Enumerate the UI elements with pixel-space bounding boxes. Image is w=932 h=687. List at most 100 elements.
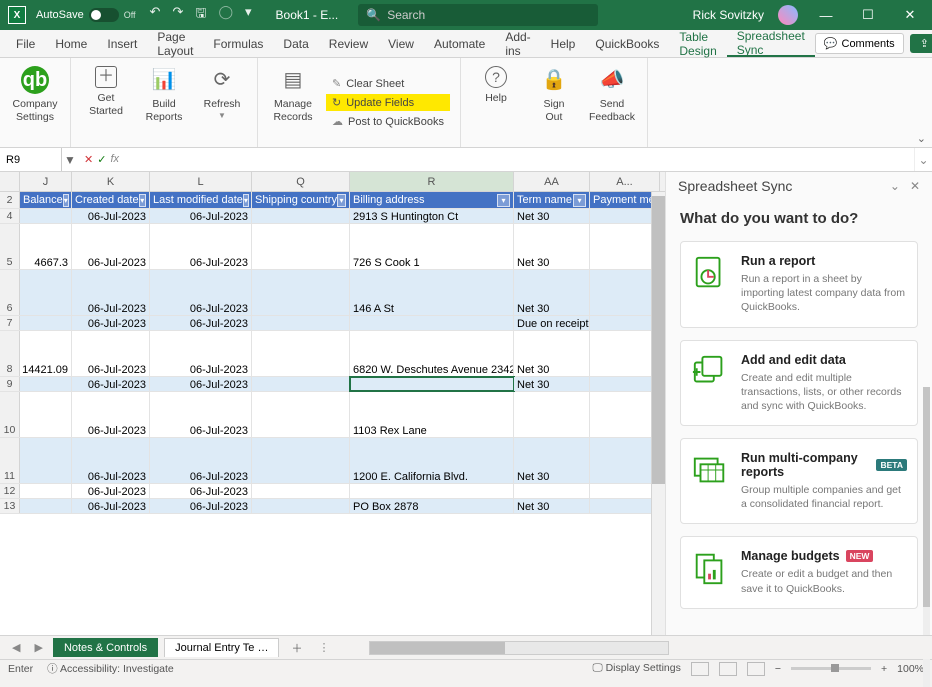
cell[interactable] [590, 499, 660, 513]
document-title[interactable]: Book1 - E... [276, 8, 339, 22]
view-normal-icon[interactable] [691, 662, 709, 676]
cell[interactable] [20, 499, 72, 513]
row-header[interactable]: 6 [0, 270, 20, 315]
tab-formulas[interactable]: Formulas [203, 30, 273, 57]
cell[interactable] [252, 499, 350, 513]
refresh-button[interactable]: ⟳ Refresh ▼ [195, 62, 249, 143]
cell[interactable] [252, 438, 350, 483]
row-header[interactable]: 10 [0, 392, 20, 437]
autosave-toggle[interactable] [89, 8, 119, 22]
col-shipping[interactable]: Shipping country▾ [252, 192, 350, 208]
name-box-dropdown[interactable]: ▼ [62, 153, 78, 167]
cell[interactable]: 726 S Cook 1 [350, 224, 514, 269]
share-button[interactable]: ⇪ Share ▼ [910, 34, 932, 53]
cell[interactable] [20, 392, 72, 437]
cell[interactable]: 06-Jul-2023 [72, 209, 150, 223]
search-box[interactable]: 🔍 Search [358, 4, 598, 26]
cell[interactable] [514, 392, 590, 437]
tab-table-design[interactable]: Table Design [669, 30, 726, 57]
sheet-tab-menu[interactable]: ⋮ [314, 641, 333, 654]
redo-icon[interactable]: ↷ [172, 4, 183, 26]
col-modified[interactable]: Last modified date▾ [150, 192, 252, 208]
cell[interactable] [252, 209, 350, 223]
cell[interactable] [20, 270, 72, 315]
cell[interactable]: 06-Jul-2023 [150, 331, 252, 376]
zoom-out-icon[interactable]: − [775, 663, 781, 675]
row-header[interactable]: 12 [0, 484, 20, 498]
help-button[interactable]: ? Help [469, 62, 523, 143]
row-header[interactable]: 7 [0, 316, 20, 330]
pane-card[interactable]: Run multi-company reportsBETA Group mult… [680, 438, 918, 524]
accept-formula-icon[interactable]: ✓ [97, 153, 106, 166]
get-started-button[interactable]: ＋ Get Started [79, 62, 133, 143]
cell[interactable] [590, 484, 660, 498]
cell[interactable]: 1200 E. California Blvd. [350, 438, 514, 483]
filter-icon[interactable]: ▾ [139, 194, 146, 207]
cell[interactable] [590, 377, 660, 391]
cell[interactable] [252, 392, 350, 437]
user-name[interactable]: Rick Sovitzky [693, 8, 764, 22]
cell[interactable] [252, 331, 350, 376]
close-button[interactable]: ✕ [896, 7, 924, 23]
pane-card[interactable]: Manage budgetsNEW Create or edit a budge… [680, 536, 918, 608]
qat-item[interactable]: ◯ [218, 4, 233, 26]
cell[interactable]: 06-Jul-2023 [150, 209, 252, 223]
filter-icon[interactable]: ▾ [573, 194, 586, 207]
tab-quickbooks[interactable]: QuickBooks [585, 30, 669, 57]
cell[interactable]: 06-Jul-2023 [150, 377, 252, 391]
undo-icon[interactable]: ↶ [150, 4, 161, 26]
cell[interactable]: PO Box 2878 [350, 499, 514, 513]
cell[interactable]: 06-Jul-2023 [150, 224, 252, 269]
cell[interactable] [20, 438, 72, 483]
cell[interactable] [590, 438, 660, 483]
tab-page-layout[interactable]: Page Layout [147, 30, 203, 57]
cell[interactable] [590, 224, 660, 269]
add-sheet-button[interactable]: ＋ [285, 640, 308, 656]
post-quickbooks-button[interactable]: ☁ Post to QuickBooks [326, 113, 450, 130]
cell[interactable]: Net 30 [514, 270, 590, 315]
cell[interactable]: 1103 Rex Lane [350, 392, 514, 437]
cell[interactable] [590, 392, 660, 437]
build-reports-button[interactable]: 📊 Build Reports [137, 62, 191, 143]
cell[interactable]: 06-Jul-2023 [150, 499, 252, 513]
manage-records-button[interactable]: ▤ Manage Records [266, 62, 320, 143]
filter-icon[interactable]: ▾ [337, 194, 346, 207]
send-feedback-button[interactable]: 📣 Send Feedback [585, 62, 639, 143]
sheet-tab-active[interactable]: Notes & Controls [53, 638, 158, 657]
pane-card[interactable]: Add and edit data Create and edit multip… [680, 340, 918, 427]
cell[interactable]: Net 30 [514, 224, 590, 269]
tab-view[interactable]: View [378, 30, 424, 57]
cell[interactable]: 06-Jul-2023 [150, 270, 252, 315]
col-header-R[interactable]: R [350, 172, 514, 191]
cell[interactable]: 06-Jul-2023 [150, 438, 252, 483]
tab-automate[interactable]: Automate [424, 30, 495, 57]
cell[interactable]: 146 A St [350, 270, 514, 315]
fx-icon[interactable]: fx [110, 153, 119, 166]
cell[interactable]: 06-Jul-2023 [72, 224, 150, 269]
horizontal-scrollbar[interactable] [369, 641, 669, 655]
tab-spreadsheet-sync[interactable]: Spreadsheet Sync [727, 30, 815, 57]
cell[interactable]: Net 30 [514, 499, 590, 513]
cell[interactable]: 4667.3 [20, 224, 72, 269]
row-header[interactable]: 2 [0, 192, 20, 208]
accessibility-status[interactable]: ⓘ Accessibility: Investigate [47, 661, 174, 676]
comments-button[interactable]: 💬 Comments [815, 33, 904, 54]
collapse-ribbon-button[interactable]: ⌄ [917, 132, 926, 145]
filter-icon[interactable]: ▾ [497, 194, 510, 207]
pane-close-icon[interactable]: ✕ [910, 179, 920, 193]
row-header[interactable]: 11 [0, 438, 20, 483]
col-header-J[interactable]: J [20, 172, 72, 191]
cell[interactable] [20, 377, 72, 391]
sheet-nav-prev[interactable]: ◀ [8, 641, 24, 654]
view-page-break-icon[interactable] [747, 662, 765, 676]
col-header-AA[interactable]: AA [514, 172, 590, 191]
expand-formula-bar[interactable]: ⌄ [914, 148, 932, 171]
hscroll-thumb[interactable] [370, 642, 504, 654]
pane-card[interactable]: Run a report Run a report in a sheet by … [680, 241, 918, 328]
col-header-K[interactable]: K [72, 172, 150, 191]
qat-overflow-icon[interactable]: ▾ [245, 4, 252, 26]
col-term[interactable]: Term name▾ [514, 192, 590, 208]
tab-file[interactable]: File [6, 30, 45, 57]
cell[interactable]: 06-Jul-2023 [150, 392, 252, 437]
scroll-thumb[interactable] [652, 196, 665, 484]
